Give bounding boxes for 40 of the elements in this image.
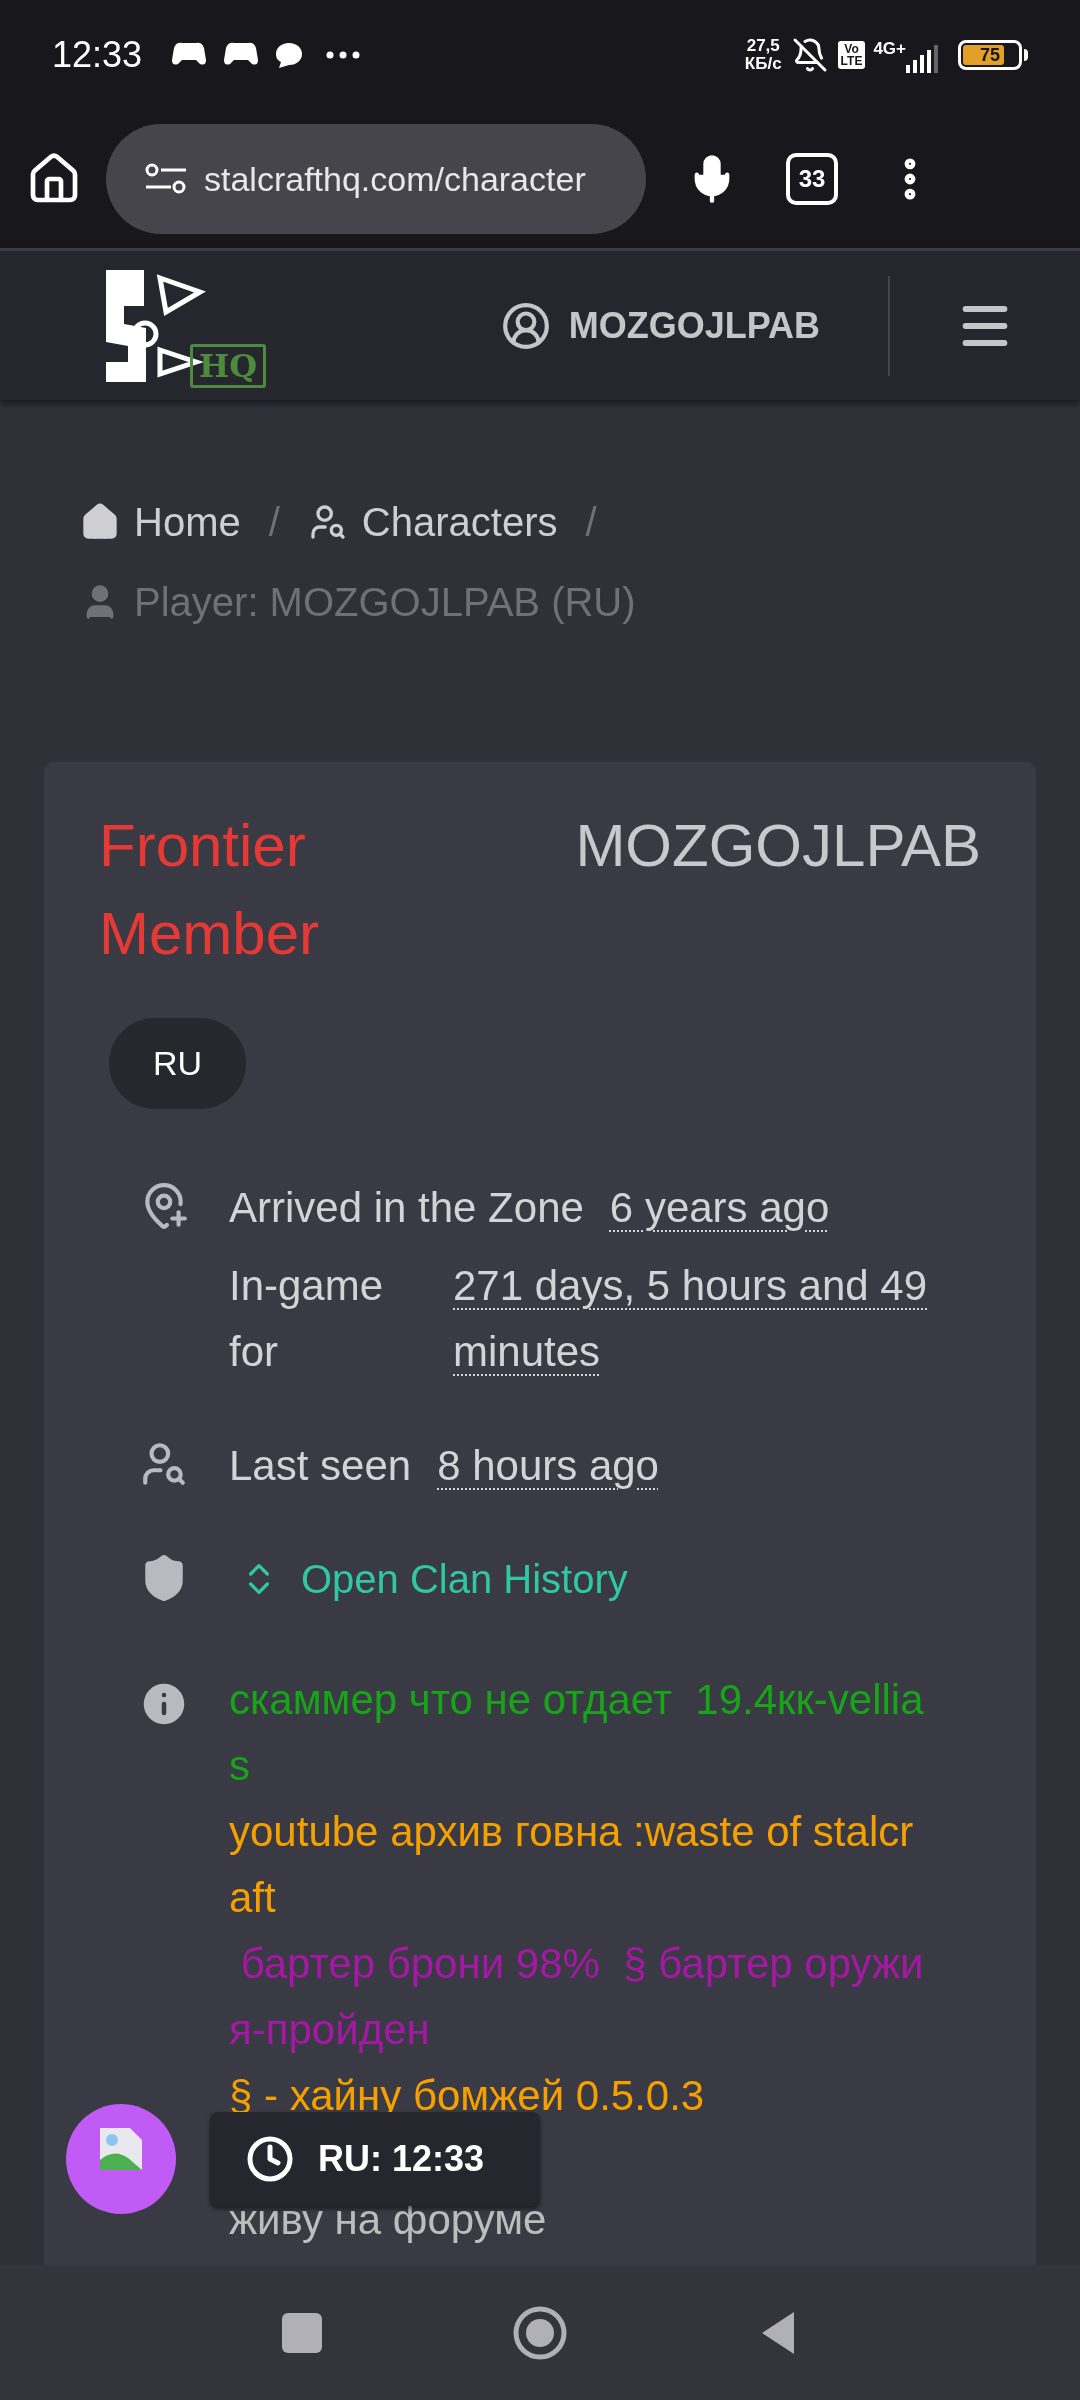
breadcrumb-separator: / xyxy=(585,499,597,546)
detail-value: 8 hours ago xyxy=(437,1441,659,1491)
bell-off-icon xyxy=(791,37,828,73)
detail-label: Last seen xyxy=(229,1441,412,1491)
account-icon xyxy=(500,300,551,351)
battery-icon: 75 xyxy=(958,40,1022,70)
detail-label: In-game for xyxy=(229,1261,385,1377)
clock-time: 12:33 xyxy=(52,33,143,77)
profile-note: бартер брони 98% § бартер оружия-пройден xyxy=(229,1939,925,2055)
profile-note: живу на форуме xyxy=(229,2195,548,2245)
more-dots-icon xyxy=(326,51,361,59)
breadcrumb-link[interactable]: Home xyxy=(80,492,241,552)
clan-history-link[interactable]: Open Clan History xyxy=(239,1547,628,1611)
user-menu-button[interactable]: MOZGOJLPAB xyxy=(500,298,820,353)
region-time: RU: 12:33 xyxy=(318,2137,485,2181)
breadcrumb-link[interactable]: Characters xyxy=(307,492,558,552)
tab-count-button[interactable]: 33 xyxy=(786,153,838,205)
player-name: MOZGOJLPAB xyxy=(575,811,981,881)
site-logo[interactable]: HQ xyxy=(104,265,299,386)
address-bar[interactable]: stalcrafthq.com/character xyxy=(106,124,646,234)
recent-apps-button[interactable] xyxy=(282,2312,322,2353)
detail-value: 271 days, 5 hours and 49 minutes xyxy=(453,1261,929,1377)
signal-icon xyxy=(904,45,938,73)
home-nav-button[interactable] xyxy=(512,2304,568,2361)
site-settings-icon xyxy=(144,162,188,196)
url-text: stalcrafthq.com/character xyxy=(204,158,586,200)
broken-image-icon xyxy=(98,2126,144,2172)
detail-label: Arrived in the Zone xyxy=(229,1183,584,1233)
network-type: 4G+ xyxy=(873,38,906,60)
breadcrumb-separator: / xyxy=(268,499,280,546)
home-icon xyxy=(80,502,120,542)
clock-icon xyxy=(246,2135,294,2183)
detail-value: 6 years ago xyxy=(609,1183,830,1233)
profile-note: youtube архив говна :waste of stalcraft xyxy=(229,1807,915,1923)
profile-note: скаммер что не отдает 19.4кк-vellias xyxy=(229,1675,925,1791)
rank-title: Frontier Member xyxy=(99,811,321,969)
region-badge: RU xyxy=(109,1018,247,1109)
volte-badge: Vo LTE xyxy=(837,41,866,69)
chat-bubble-icon xyxy=(274,41,305,69)
network-speed: 27,5 КБ/с xyxy=(744,37,782,73)
